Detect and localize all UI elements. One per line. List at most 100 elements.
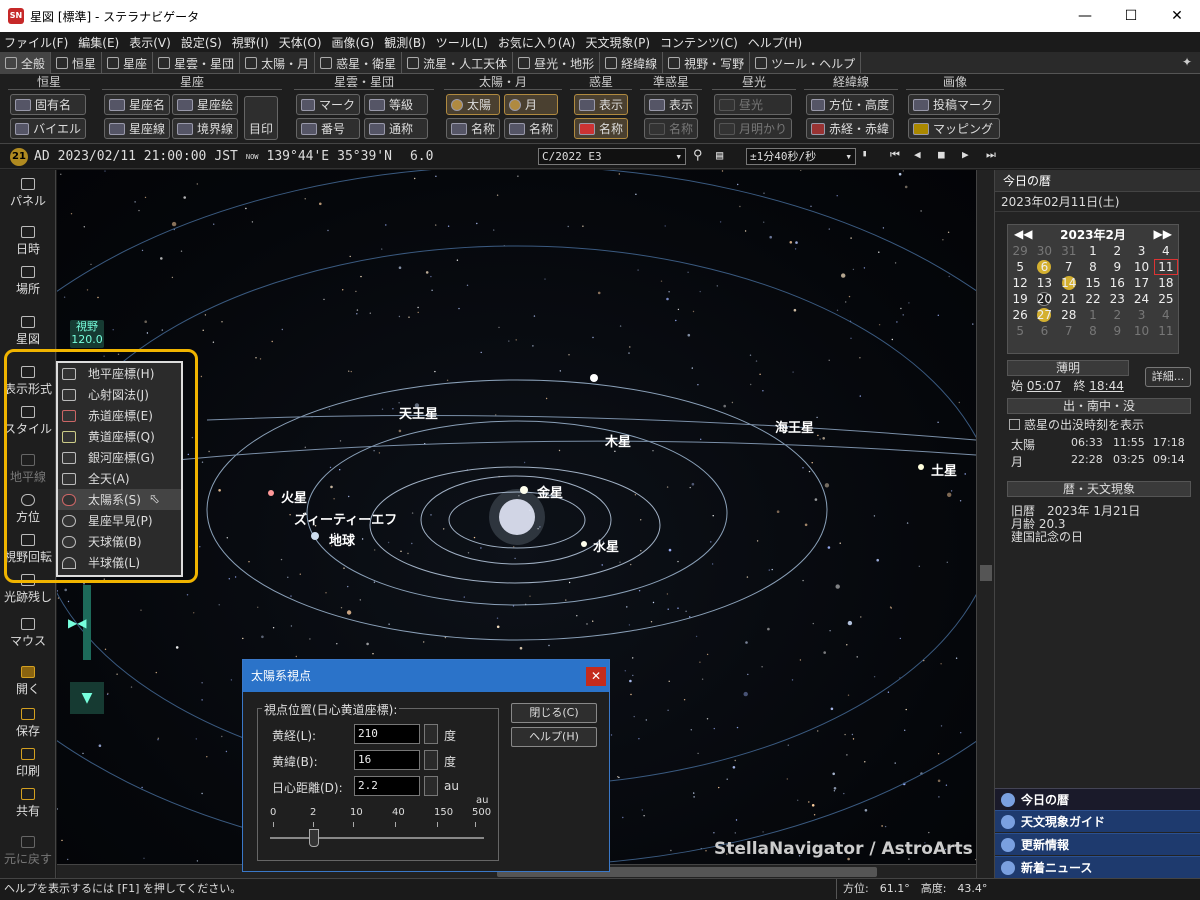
daylight-button[interactable]: 昼光	[714, 94, 792, 115]
share-button[interactable]: 共有	[0, 788, 56, 819]
rewind-icon[interactable]: ⏮	[890, 148, 900, 162]
timezone[interactable]: JST	[214, 149, 237, 164]
calendar-day[interactable]: 14	[1057, 275, 1081, 291]
nebula-number-button[interactable]: 番号	[296, 118, 360, 139]
panel-button[interactable]: パネル	[0, 178, 56, 209]
calendar-day[interactable]: 9	[1105, 259, 1129, 275]
constellation-line-button[interactable]: 星座線	[104, 118, 170, 139]
menu-tools[interactable]: ツール(L)	[436, 34, 488, 51]
calendar-day[interactable]: 28	[1057, 307, 1081, 323]
calendar-day[interactable]: 8	[1081, 259, 1105, 275]
label-mercury[interactable]: 水星	[593, 536, 619, 555]
time-step-value[interactable]: 6.0	[410, 149, 433, 164]
label-saturn[interactable]: 土星	[931, 460, 957, 479]
print-button[interactable]: 印刷	[0, 748, 56, 779]
step-icon[interactable]: ▮	[862, 149, 867, 159]
calendar-day[interactable]: 31	[1057, 243, 1081, 259]
calendar-day[interactable]: 22	[1081, 291, 1105, 307]
label-jupiter[interactable]: 木星	[605, 431, 631, 450]
calendar-day[interactable]: 5	[1008, 323, 1032, 339]
minimize-icon[interactable]: —	[1062, 0, 1108, 32]
speed-select[interactable]: ±1分40秒/秒 ▾	[746, 148, 856, 165]
menu-observe[interactable]: 観測(B)	[384, 34, 426, 51]
post-mark-button[interactable]: 投稿マーク	[908, 94, 1000, 115]
nav-phenomena-guide[interactable]: 天文現象ガイド	[995, 810, 1200, 832]
calendar-day[interactable]: 1	[1081, 307, 1105, 323]
distance-slider-thumb[interactable]	[309, 829, 319, 847]
calendar-day[interactable]: 3	[1129, 243, 1153, 259]
calendar-day[interactable]: 30	[1032, 243, 1056, 259]
calendar-day[interactable]: 26	[1008, 307, 1032, 323]
menu-settings[interactable]: 設定(S)	[181, 34, 222, 51]
mouse-button[interactable]: マウス	[0, 618, 56, 649]
starmap-button[interactable]: 星図	[0, 316, 56, 347]
scroll-thumb[interactable]	[980, 565, 992, 581]
nebula-magnitude-button[interactable]: 等級	[364, 94, 428, 115]
calendar-day[interactable]: 12	[1008, 275, 1032, 291]
tab-sun-moon[interactable]: 太陽・月	[240, 52, 316, 74]
constellation-art-button[interactable]: 星座絵	[172, 94, 238, 115]
planet-name-button[interactable]: 名称	[574, 118, 628, 139]
menu-phenomena[interactable]: 天文現象(P)	[585, 34, 650, 51]
latitude-spinner[interactable]	[424, 750, 438, 770]
list-icon[interactable]: ▤	[716, 148, 723, 162]
menu-help[interactable]: ヘルプ(H)	[748, 34, 802, 51]
constellation-name-button[interactable]: 星座名	[104, 94, 170, 115]
menu-favorites[interactable]: お気に入り(A)	[498, 34, 576, 51]
nebula-common-name-button[interactable]: 通称	[364, 118, 428, 139]
era[interactable]: AD	[34, 149, 50, 164]
menu-item-equatorial[interactable]: 赤道座標(E)	[58, 405, 181, 426]
label-uranus[interactable]: 天王星	[399, 403, 438, 422]
scroll-down-icon[interactable]: ▼	[70, 682, 104, 714]
menu-item-ecliptic[interactable]: 黄道座標(Q)	[58, 426, 181, 447]
nebula-mark-button[interactable]: マーク	[296, 94, 360, 115]
longitude-spinner[interactable]	[424, 724, 438, 744]
moonlight-button[interactable]: 月明かり	[714, 118, 792, 139]
vertical-scrollbar[interactable]	[976, 170, 994, 878]
menu-item-solar-system[interactable]: 太陽系(S) ⬁	[58, 489, 181, 510]
pin-icon[interactable]: ✦	[1182, 55, 1192, 69]
tab-fov[interactable]: 視野・写野	[663, 52, 751, 74]
play-icon[interactable]: ▶	[962, 148, 969, 161]
planet-show-button[interactable]: 表示	[574, 94, 628, 115]
menu-objects[interactable]: 天体(O)	[279, 34, 322, 51]
boundary-button[interactable]: 境界線	[172, 118, 238, 139]
undo-button[interactable]: 元に戻す	[0, 836, 56, 867]
dwarf-show-button[interactable]: 表示	[644, 94, 698, 115]
location-button[interactable]: 場所	[0, 266, 56, 297]
calendar-day[interactable]: 11	[1153, 259, 1178, 275]
checkbox-icon[interactable]	[1009, 419, 1020, 430]
calendar-day[interactable]: 7	[1057, 259, 1081, 275]
menu-image[interactable]: 画像(G)	[332, 34, 375, 51]
tab-stars[interactable]: 恒星	[51, 52, 103, 74]
calendar-day[interactable]: 10	[1129, 259, 1153, 275]
menu-edit[interactable]: 編集(E)	[78, 34, 119, 51]
step-back-icon[interactable]: ◀	[914, 148, 921, 161]
nav-updates[interactable]: 更新情報	[995, 833, 1200, 855]
menu-file[interactable]: ファイル(F)	[4, 34, 68, 51]
proper-name-button[interactable]: 固有名	[10, 94, 86, 115]
calendar-day[interactable]: 23	[1105, 291, 1129, 307]
next-year-icon[interactable]: ▶▶	[1154, 227, 1172, 241]
search-icon[interactable]: ⚲	[693, 148, 703, 163]
calendar-day[interactable]: 29	[1008, 243, 1032, 259]
close-icon[interactable]: ✕	[1154, 0, 1200, 32]
calendar-day[interactable]: 19	[1008, 291, 1032, 307]
sun-name-button[interactable]: 名称	[446, 118, 500, 139]
alt-az-grid-button[interactable]: 方位・高度	[806, 94, 894, 115]
distance-spinner[interactable]	[424, 776, 438, 796]
menu-contents[interactable]: コンテンツ(C)	[660, 34, 738, 51]
calendar-day[interactable]: 2	[1105, 243, 1129, 259]
menu-item-horizontal[interactable]: 地平座標(H)	[58, 363, 181, 384]
prev-year-icon[interactable]: ◀◀	[1014, 227, 1032, 241]
tab-nebulae[interactable]: 星雲・星団	[153, 52, 241, 74]
nav-news[interactable]: 新着ニュース	[995, 856, 1200, 878]
calendar-day[interactable]: 3	[1129, 307, 1153, 323]
label-venus[interactable]: 金星	[537, 482, 563, 501]
calendar-day[interactable]: 7	[1057, 323, 1081, 339]
calendar-day[interactable]: 13	[1032, 275, 1056, 291]
distance-slider-track[interactable]	[270, 837, 484, 839]
latitude[interactable]: 35°39'N	[337, 149, 392, 164]
tab-general[interactable]: 全般	[0, 52, 52, 74]
mapping-button[interactable]: マッピング	[908, 118, 1000, 139]
